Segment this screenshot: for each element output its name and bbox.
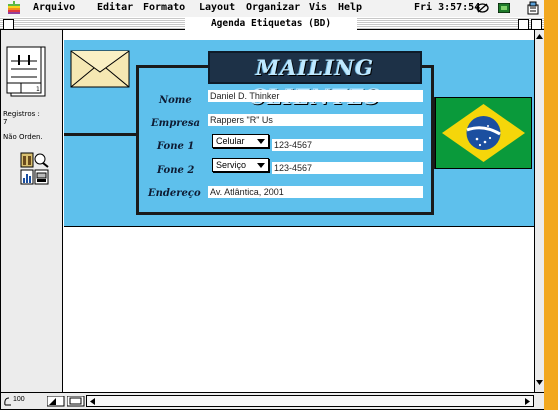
field-nome[interactable]: Daniel D. Thinker — [208, 90, 423, 102]
label-fone2: Fone 2 — [157, 165, 195, 176]
rolodex-book-icon[interactable] — [5, 45, 49, 98]
menu-clock: Fri 3:57:54 — [414, 2, 481, 13]
field-empresa[interactable]: Rappers "R" Us — [208, 114, 423, 126]
records-label: Registros : — [3, 110, 40, 118]
label-endereco: Endereço — [148, 188, 201, 199]
menu-formato[interactable]: Formato — [143, 2, 185, 13]
zoom-in-icon[interactable] — [67, 396, 85, 407]
background-stripe — [544, 0, 558, 410]
menu-help[interactable]: Help — [338, 2, 362, 13]
sort-status: Não Orden. — [3, 133, 43, 141]
chevron-down-icon — [257, 163, 265, 168]
fone2-type-value: Serviço — [216, 160, 247, 170]
frame-line-left — [64, 133, 137, 136]
field-endereco[interactable]: Av. Atlântica, 2001 — [208, 186, 423, 198]
app-icon[interactable] — [498, 3, 510, 13]
label-nome: Nome — [159, 95, 192, 106]
label-fone1: Fone 1 — [157, 141, 195, 152]
bottom-status-bar: 100 — [1, 392, 544, 409]
zoom-box[interactable] — [518, 19, 529, 30]
book-page-number: 1 — [36, 86, 40, 93]
field-fone2[interactable]: 123-4567 — [272, 162, 423, 174]
menu-bar: Arquivo Editar Formato Layout Organizar … — [0, 0, 544, 18]
chevron-down-icon — [257, 139, 265, 144]
application-menu-icon[interactable] — [527, 1, 540, 15]
envelope-icon — [70, 50, 130, 88]
scroll-left-arrow-icon[interactable] — [88, 397, 97, 406]
fone1-type-value: Celular — [216, 136, 245, 146]
menu-arquivo[interactable]: Arquivo — [33, 2, 75, 13]
menu-editar[interactable]: Editar — [97, 2, 133, 13]
label-empresa: Empresa — [151, 118, 200, 129]
zoom-out-icon[interactable] — [47, 396, 65, 407]
help-icon[interactable] — [476, 2, 489, 14]
scroll-up-arrow-icon[interactable] — [535, 32, 544, 42]
zoom-level: 100 — [13, 396, 25, 403]
vertical-scrollbar[interactable] — [534, 30, 544, 393]
menu-organizar[interactable]: Organizar — [246, 2, 300, 13]
form-title: MAILING CLIENTES — [249, 55, 379, 109]
brazil-flag-icon — [435, 97, 532, 169]
fone2-type-popup[interactable]: Serviço — [212, 158, 269, 172]
menu-vis[interactable]: Vis — [309, 2, 327, 13]
horizontal-scrollbar[interactable] — [86, 395, 534, 407]
scroll-right-arrow-icon[interactable] — [523, 397, 532, 406]
window-title: Agenda Etiquetas (BD) — [185, 17, 357, 30]
form-title-box: MAILING CLIENTES — [208, 51, 422, 109]
fone1-type-popup[interactable]: Celular — [212, 134, 269, 148]
layout-body-divider — [64, 226, 544, 227]
menu-layout[interactable]: Layout — [199, 2, 235, 13]
records-count: 7 — [3, 118, 8, 126]
field-fone1[interactable]: 123-4567 — [272, 139, 423, 151]
apple-icon[interactable] — [8, 1, 20, 14]
close-box[interactable] — [3, 19, 14, 30]
scroll-down-arrow-icon[interactable] — [535, 377, 544, 387]
layout-tools-icon[interactable] — [20, 152, 50, 186]
collapse-box[interactable] — [531, 19, 542, 30]
